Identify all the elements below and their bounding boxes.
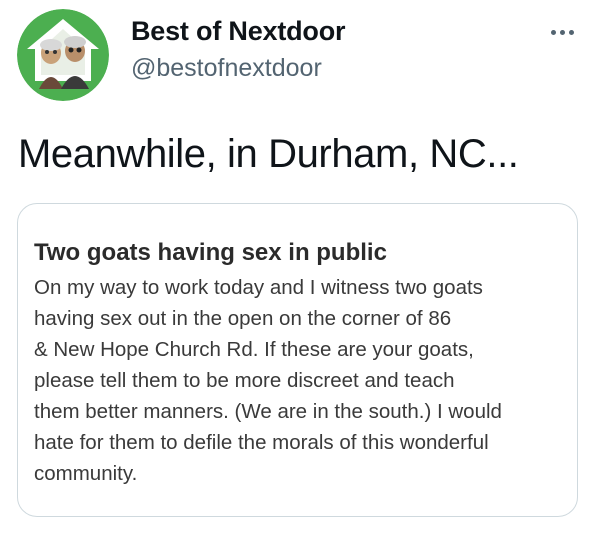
tweet-text: Meanwhile, in Durham, NC...: [18, 132, 519, 176]
post-body-line: hate for them to defile the morals of th…: [34, 431, 489, 454]
post-body-line: community.: [34, 462, 138, 485]
attached-nextdoor-post[interactable]: Two goats having sex in public On my way…: [17, 203, 578, 517]
post-body-line: having sex out in the open on the corner…: [34, 307, 452, 330]
more-dots-icon: [550, 29, 574, 35]
post-body-line: them better manners. (We are in the sout…: [34, 400, 502, 423]
more-options-button[interactable]: [541, 18, 583, 46]
muppets-house-logo-icon: [17, 9, 109, 101]
post-body-line: & New Hope Church Rd. If these are your …: [34, 338, 474, 361]
display-name[interactable]: Best of Nextdoor: [131, 14, 346, 48]
avatar[interactable]: [17, 9, 109, 101]
post-body-line: please tell them to be more discreet and…: [34, 369, 455, 392]
post-body-line: On my way to work today and I witness tw…: [34, 276, 483, 299]
tweet: Best of Nextdoor @bestofnextdoor Meanwhi…: [0, 0, 599, 542]
author-info: Best of Nextdoor @bestofnextdoor: [131, 14, 346, 84]
handle[interactable]: @bestofnextdoor: [131, 52, 345, 84]
post-body: On my way to work today and I witness tw…: [34, 272, 569, 489]
post-title: Two goats having sex in public: [34, 239, 387, 266]
